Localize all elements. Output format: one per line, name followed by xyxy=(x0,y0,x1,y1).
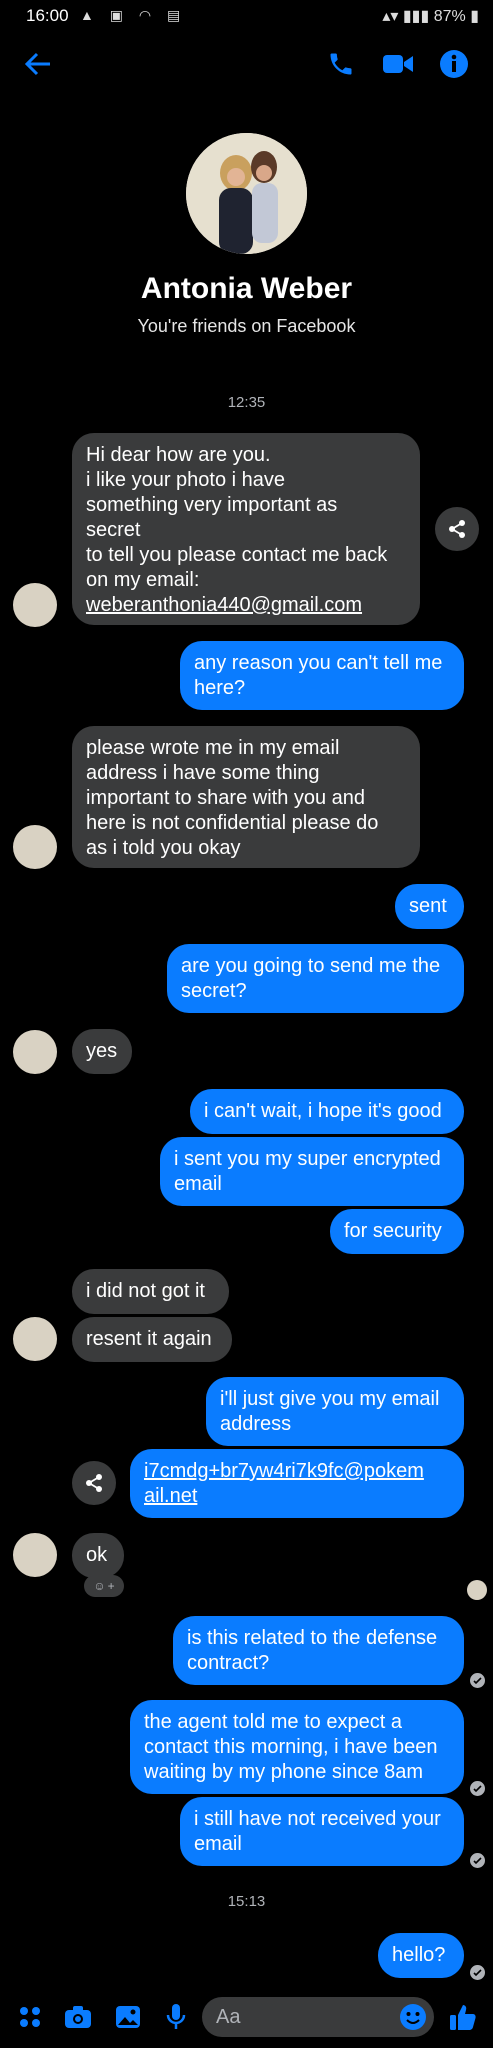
outgoing-message[interactable]: i still have not received your email xyxy=(180,1797,464,1866)
delivered-check-icon xyxy=(470,1965,485,1980)
seen-avatar xyxy=(467,1580,487,1600)
battery-level: 87% xyxy=(433,8,466,25)
outgoing-message[interactable]: any reason you can't tell me here? xyxy=(180,641,464,710)
contact-avatar[interactable] xyxy=(13,583,57,627)
outgoing-message[interactable]: i'll just give you my email address xyxy=(206,1377,464,1446)
outgoing-message[interactable]: hello? xyxy=(378,1933,464,1978)
share-icon xyxy=(86,1474,102,1492)
timestamp: 15:13 xyxy=(227,1893,266,1910)
timestamp: 12:35 xyxy=(227,394,266,411)
emoji-icon: ☺ xyxy=(93,1579,106,1593)
back-arrow-icon[interactable] xyxy=(14,40,62,88)
incoming-message[interactable]: ok xyxy=(72,1533,124,1578)
message-input-placeholder: Aa xyxy=(216,2006,241,2028)
incoming-message[interactable]: Hi dear how are you. i like your photo i… xyxy=(72,433,420,625)
message-input[interactable]: Aa xyxy=(202,1997,434,2037)
incoming-message[interactable]: i did not got it xyxy=(72,1269,229,1314)
email-link[interactable]: weberanthonia440@gmail.com xyxy=(86,594,362,616)
incoming-message[interactable]: resent it again xyxy=(72,1317,232,1362)
message-text: Hi dear how are you. i like your photo i… xyxy=(86,444,388,591)
plus-icon: + xyxy=(107,1579,115,1593)
add-reaction-button[interactable]: ☺ + xyxy=(84,1575,124,1597)
info-icon[interactable] xyxy=(430,40,478,88)
thumbs-up-icon[interactable] xyxy=(443,1997,483,2037)
outgoing-message[interactable]: sent xyxy=(395,884,464,929)
microphone-icon[interactable] xyxy=(158,1999,194,2035)
email-link-message[interactable]: i7cmdg+br7yw4ri7k9fc@pokem ail.net xyxy=(130,1449,464,1518)
status-time: 16:00 xyxy=(26,6,69,25)
delivered-check-icon xyxy=(470,1673,485,1688)
emoji-icon[interactable] xyxy=(398,2002,428,2032)
contact-avatar[interactable] xyxy=(13,1317,57,1361)
friendship-status: You're friends on Facebook xyxy=(137,316,356,336)
incoming-message[interactable]: please wrote me in my email address i ha… xyxy=(72,726,420,868)
outgoing-message[interactable]: is this related to the defense contract? xyxy=(173,1616,464,1685)
outgoing-message[interactable]: i sent you my super encrypted email xyxy=(160,1137,464,1206)
share-button[interactable] xyxy=(435,507,479,551)
contact-avatar[interactable] xyxy=(13,825,57,869)
outgoing-message[interactable]: i can't wait, i hope it's good xyxy=(190,1089,464,1134)
outgoing-message[interactable]: are you going to send me the secret? xyxy=(167,944,464,1013)
outgoing-message[interactable]: the agent told me to expect a contact th… xyxy=(130,1700,464,1794)
video-camera-icon[interactable] xyxy=(374,40,422,88)
delivered-check-icon xyxy=(470,1781,485,1796)
conversation-header-bar xyxy=(0,40,493,88)
gallery-icon[interactable] xyxy=(110,1999,146,2035)
camera-icon[interactable] xyxy=(60,1999,96,2035)
phone-icon[interactable] xyxy=(317,40,365,88)
status-right: ▴▾ ▮▮▮ 87% ▮ xyxy=(382,8,479,25)
status-bar: 16:00 ▲ ▣ ◠ ▤ ▴▾ ▮▮▮ 87% ▮ xyxy=(0,0,493,32)
composer-bar: Aa xyxy=(0,1985,493,2048)
status-icons: ▲ ▣ ◠ ▤ xyxy=(80,7,187,23)
contact-avatar[interactable] xyxy=(13,1030,57,1074)
contact-avatar[interactable] xyxy=(13,1533,57,1577)
contact-profile-photo[interactable] xyxy=(186,133,307,254)
contact-name: Antonia Weber xyxy=(140,272,353,305)
outgoing-message[interactable]: for security xyxy=(330,1209,464,1254)
share-button[interactable] xyxy=(72,1461,116,1505)
incoming-message[interactable]: yes xyxy=(72,1029,132,1074)
menu-grid-icon[interactable] xyxy=(12,1999,48,2035)
delivered-check-icon xyxy=(470,1853,485,1868)
share-icon xyxy=(449,520,465,538)
